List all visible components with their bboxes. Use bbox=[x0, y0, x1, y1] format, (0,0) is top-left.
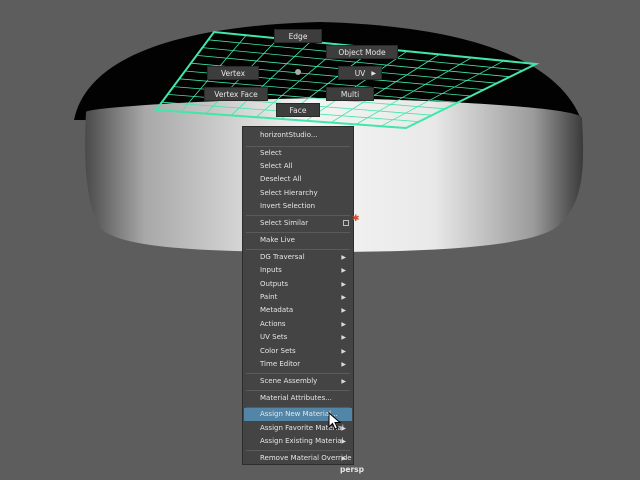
menu-item-material-attributes[interactable]: Material Attributes... bbox=[244, 392, 352, 405]
menu-item-select-hierarchy[interactable]: Select Hierarchy bbox=[244, 187, 352, 200]
option-marker-icon: ✱ bbox=[352, 214, 360, 224]
menu-item-label: Actions bbox=[260, 320, 286, 328]
marking-menu-center-dot bbox=[295, 69, 301, 75]
submenu-arrow-icon: ▶ bbox=[341, 294, 346, 301]
menu-item-deselect-all[interactable]: Deselect All bbox=[244, 173, 352, 186]
submenu-arrow-icon: ▶ bbox=[341, 334, 346, 341]
camera-label: persp bbox=[340, 465, 364, 474]
context-menu-header[interactable]: horizontStudio... bbox=[244, 129, 352, 142]
menu-item-paint[interactable]: Paint ▶ bbox=[244, 291, 352, 304]
marking-menu-vertex[interactable]: Vertex bbox=[207, 66, 259, 80]
marking-menu-uv-label: UV bbox=[354, 69, 366, 78]
viewport-persp[interactable]: Edge Object Mode Vertex UV ▶ Vertex Face… bbox=[0, 0, 640, 480]
menu-divider bbox=[246, 450, 350, 451]
submenu-arrow-icon: ▶ bbox=[341, 267, 346, 274]
menu-item-time-editor[interactable]: Time Editor ▶ bbox=[244, 358, 352, 371]
submenu-arrow-icon: ▶ bbox=[341, 307, 346, 314]
menu-item-label: Paint bbox=[260, 293, 278, 301]
menu-item-assign-existing-material[interactable]: Assign Existing Material ▶ bbox=[244, 435, 352, 448]
submenu-arrow-icon: ▶ bbox=[341, 254, 346, 261]
menu-item-make-live[interactable]: Make Live bbox=[244, 234, 352, 247]
menu-item-label: Select Similar bbox=[260, 219, 309, 227]
marking-menu-multi[interactable]: Multi bbox=[326, 87, 374, 101]
marking-menu-edge[interactable]: Edge bbox=[274, 29, 322, 43]
marking-menu-vertex-face[interactable]: Vertex Face bbox=[204, 87, 268, 101]
submenu-arrow-icon: ▶ bbox=[341, 455, 346, 462]
menu-item-label: Time Editor bbox=[260, 360, 301, 368]
menu-item-dg-traversal[interactable]: DG Traversal ▶ bbox=[244, 251, 352, 264]
menu-item-label: Scene Assembly bbox=[260, 377, 318, 385]
menu-item-label: Metadata bbox=[260, 306, 294, 314]
marking-menu-object-mode[interactable]: Object Mode bbox=[326, 45, 398, 59]
marking-menu-face[interactable]: Face bbox=[276, 103, 320, 117]
submenu-arrow-icon: ▶ bbox=[371, 70, 376, 77]
menu-item-label: UV Sets bbox=[260, 333, 288, 341]
submenu-arrow-icon: ▶ bbox=[341, 281, 346, 288]
menu-item-select[interactable]: Select bbox=[244, 147, 352, 160]
menu-item-select-similar[interactable]: Select Similar bbox=[244, 217, 352, 230]
menu-item-inputs[interactable]: Inputs ▶ bbox=[244, 264, 352, 277]
menu-divider bbox=[246, 249, 350, 250]
menu-item-remove-material-override[interactable]: Remove Material Override ▶ bbox=[244, 452, 352, 465]
menu-item-actions[interactable]: Actions ▶ bbox=[244, 318, 352, 331]
submenu-arrow-icon: ▶ bbox=[341, 321, 346, 328]
menu-item-label: Remove Material Override bbox=[260, 454, 352, 462]
menu-divider bbox=[246, 390, 350, 391]
submenu-arrow-icon: ▶ bbox=[341, 378, 346, 385]
menu-item-label: Color Sets bbox=[260, 347, 296, 355]
submenu-arrow-icon: ▶ bbox=[341, 425, 346, 432]
menu-item-scene-assembly[interactable]: Scene Assembly ▶ bbox=[244, 375, 352, 388]
submenu-arrow-icon: ▶ bbox=[341, 438, 346, 445]
marking-menu-uv[interactable]: UV ▶ bbox=[338, 66, 382, 80]
submenu-arrow-icon: ▶ bbox=[341, 361, 346, 368]
menu-item-label: Inputs bbox=[260, 266, 282, 274]
mouse-cursor-icon bbox=[328, 412, 342, 430]
menu-divider bbox=[246, 215, 350, 216]
option-box-icon[interactable] bbox=[343, 220, 349, 226]
menu-item-label: Assign Existing Material bbox=[260, 437, 344, 445]
submenu-arrow-icon: ▶ bbox=[341, 348, 346, 355]
menu-item-invert-selection[interactable]: Invert Selection bbox=[244, 200, 352, 213]
menu-item-label: DG Traversal bbox=[260, 253, 305, 261]
menu-divider bbox=[246, 232, 350, 233]
menu-item-select-all[interactable]: Select All bbox=[244, 160, 352, 173]
menu-item-color-sets[interactable]: Color Sets ▶ bbox=[244, 345, 352, 358]
menu-item-outputs[interactable]: Outputs ▶ bbox=[244, 278, 352, 291]
menu-divider bbox=[246, 373, 350, 374]
menu-item-label: Outputs bbox=[260, 280, 288, 288]
menu-item-uv-sets[interactable]: UV Sets ▶ bbox=[244, 331, 352, 344]
menu-item-metadata[interactable]: Metadata ▶ bbox=[244, 304, 352, 317]
